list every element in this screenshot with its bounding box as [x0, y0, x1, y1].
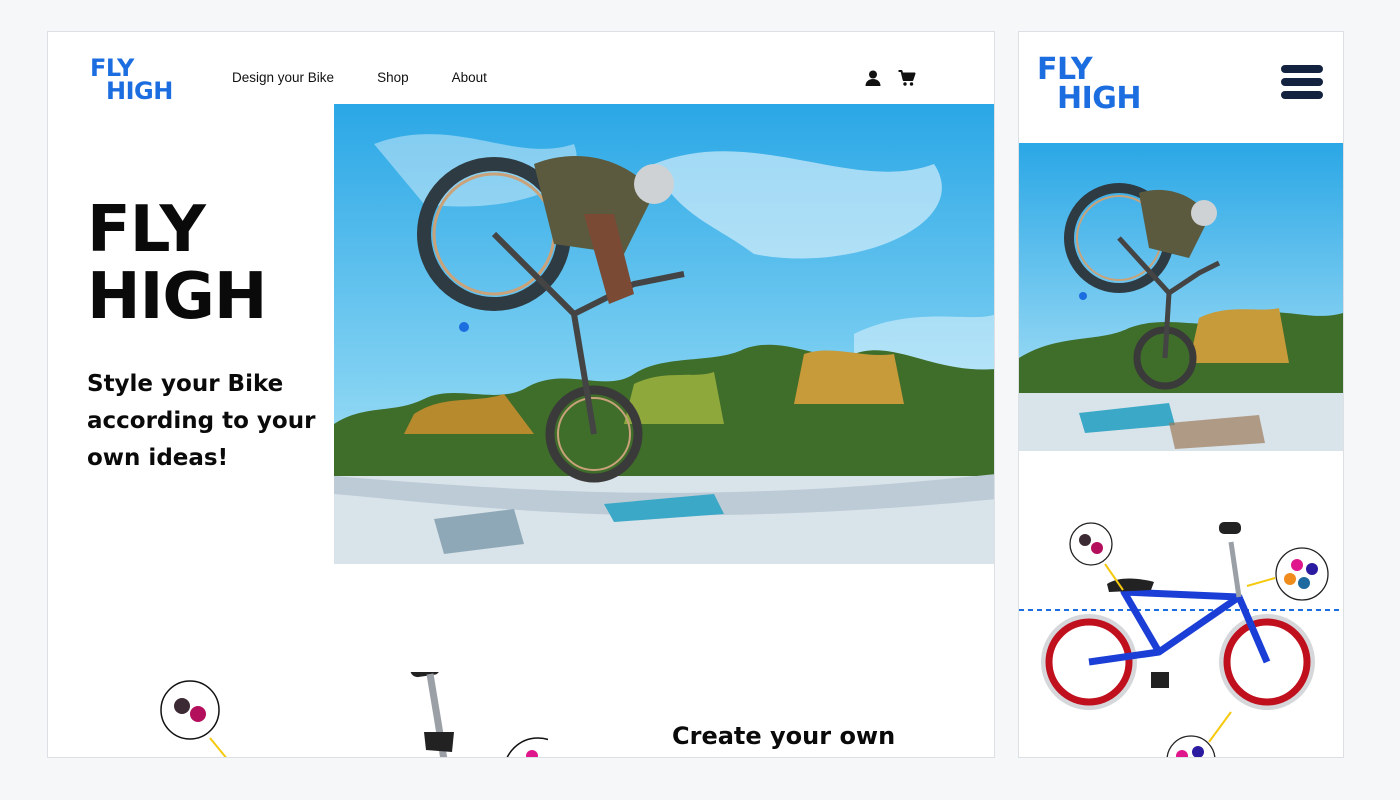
hero-title: FLY HIGH — [87, 193, 267, 335]
hero-title-line-2: HIGH — [87, 260, 267, 335]
brand-logo[interactable]: FLY HIGH — [90, 56, 173, 105]
hero-title-line-1: FLY — [87, 193, 206, 267]
nav-shop[interactable]: Shop — [377, 70, 409, 85]
mobile-customizer-bike — [1019, 522, 1343, 757]
mobile-bmx-photo — [1019, 143, 1343, 451]
main-nav: Design your Bike Shop About — [232, 70, 530, 85]
logo-line-2: HIGH — [106, 76, 173, 105]
mobile-brand-logo[interactable]: FLY HIGH — [1037, 55, 1142, 116]
create-your-own-heading: Create your own — [672, 722, 896, 750]
nav-design-your-bike[interactable]: Design your Bike — [232, 70, 334, 85]
customizer-bike-preview — [160, 672, 548, 757]
cart-icon[interactable] — [898, 69, 916, 87]
hero-subtitle: Style your Bike according to your own id… — [87, 371, 316, 471]
user-icon[interactable] — [864, 69, 882, 87]
header-icons — [864, 69, 916, 87]
nav-about[interactable]: About — [452, 70, 487, 85]
mobile-logo-line-2: HIGH — [1057, 80, 1142, 116]
hero-bmx-photo — [334, 104, 994, 564]
desktop-frame: FLY HIGH Design your Bike Shop About FLY… — [47, 31, 995, 758]
mobile-frame: FLY HIGH — [1018, 31, 1344, 758]
hamburger-menu-icon[interactable] — [1281, 65, 1323, 103]
